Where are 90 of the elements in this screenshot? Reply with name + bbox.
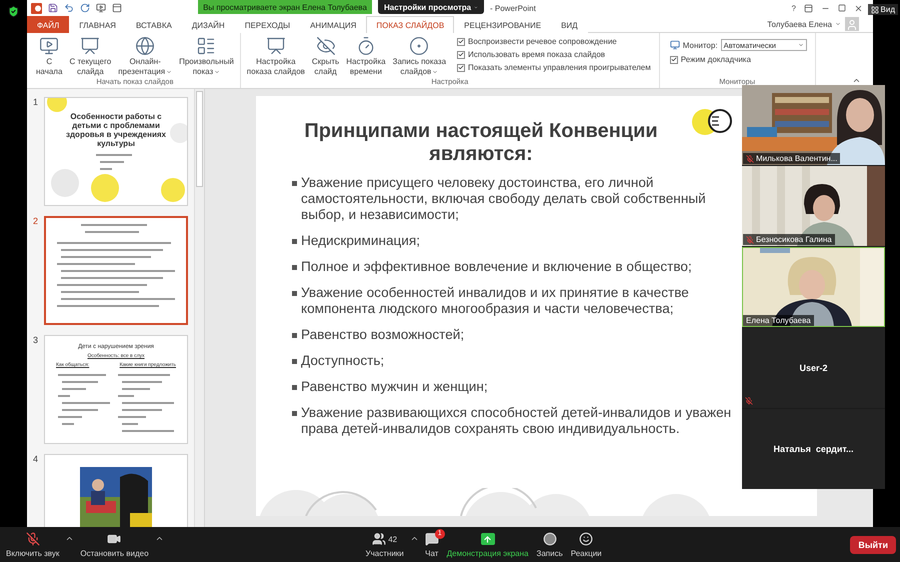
collapse-icon[interactable] <box>852 76 861 85</box>
ribbon-button[interactable]: Онлайн- презентация <box>116 35 174 77</box>
ribbon-button[interactable]: Запись показа слайдов <box>390 35 448 77</box>
muted-mic-icon <box>26 532 40 546</box>
field-label: Монитор: <box>682 40 718 50</box>
view-button[interactable]: Вид <box>868 4 898 15</box>
slide-title: Принципами настоящей Конвенции являются: <box>303 120 659 166</box>
list-icon <box>196 36 216 56</box>
slide-number: 4 <box>33 454 40 466</box>
people-icon <box>372 532 386 546</box>
participant-name: Милькова Валентин... <box>743 153 840 164</box>
monitor-icon <box>670 40 680 50</box>
record-icon <box>409 36 430 56</box>
scrollbar[interactable] <box>194 89 204 527</box>
caret-icon <box>798 42 804 48</box>
toolbar-button[interactable]: Остановить видео <box>78 532 151 558</box>
toolbar-button[interactable]: 42 Участники <box>364 532 406 558</box>
toolbar-button[interactable]: Реакции <box>568 532 604 558</box>
participant-name: Наталья сердит... <box>773 444 854 454</box>
checkbox[interactable] <box>457 50 466 58</box>
slide-number: 2 <box>33 216 40 228</box>
bullet-text: Равенство возможностей; <box>301 327 464 343</box>
checkbox-option[interactable]: Показать элементы управления проигрывателем <box>457 63 651 72</box>
checkbox[interactable] <box>457 64 466 72</box>
user-menu[interactable]: Толубаева Елена <box>767 20 841 28</box>
chat-icon <box>424 532 439 546</box>
presentation-board-icon <box>80 36 100 56</box>
participant-name: Елена Толубаева <box>743 315 814 326</box>
toolbar-button[interactable]: Демонстрация экрана <box>444 532 530 558</box>
share-screen-icon <box>480 533 495 545</box>
slide-thumbnail[interactable] <box>44 216 188 325</box>
caret-icon <box>166 68 172 74</box>
window-title: - PowerPoint <box>490 4 536 12</box>
help-button[interactable]: ? <box>792 4 796 12</box>
checkbox[interactable] <box>670 56 678 64</box>
checkbox-option[interactable]: Режим докладчика <box>670 55 807 64</box>
ribbon-button[interactable]: С начала <box>34 35 64 77</box>
toolbar-button[interactable]: Включить звук <box>4 532 62 558</box>
slide-title: Особенности работы с детьми с проблемами здоровья в учреждениях культуры <box>66 112 166 148</box>
text-lines-drawing <box>58 372 110 428</box>
redo-icon[interactable] <box>80 3 90 13</box>
bullet-text: Уважение присущего человеку достоинства, его личной самостоятельности, включая свободу делать свой собственный выбор, и независимости; <box>301 175 706 223</box>
save-icon[interactable] <box>48 3 58 13</box>
ribbon-tab[interactable]: ФАЙЛ <box>27 16 70 33</box>
participant-name: Безносикова Галина <box>743 234 835 245</box>
bullet-text: Равенство мужчин и женщин; <box>301 379 488 395</box>
record-icon <box>542 532 557 546</box>
camera-icon <box>107 532 122 546</box>
bullet-text: Полное и эффективное вовлечение и включение в общество; <box>301 259 692 275</box>
smile-icon <box>579 532 594 546</box>
bullet-text: Доступность; <box>301 353 384 369</box>
caret-button[interactable] <box>410 534 419 543</box>
slideshow-icon[interactable] <box>96 3 106 13</box>
caret-icon <box>214 68 220 74</box>
checkbox[interactable] <box>457 38 466 46</box>
toolbar-button[interactable]: Запись <box>534 532 565 558</box>
shield-icon <box>7 5 20 18</box>
slide-number: 3 <box>33 335 40 347</box>
leave-button[interactable]: Выйти <box>850 536 896 554</box>
caret-icon <box>432 68 438 74</box>
undo-icon[interactable] <box>64 3 74 13</box>
caret-button[interactable] <box>154 534 164 543</box>
slide-number: 1 <box>33 97 40 109</box>
bullet-text: Уважение особенностей инвалидов и их принятие в качестве компонента людского многообразия и части человечества; <box>301 285 689 317</box>
sharing-banner: Вы просматриваете экран Елена Толубаева <box>198 0 372 14</box>
ribbon-button[interactable]: Скрыть слайд <box>310 35 342 77</box>
caret-icon <box>835 21 841 27</box>
ribbon-button[interactable]: С текущего слайда <box>67 35 114 77</box>
ribbon-display-icon[interactable] <box>804 4 813 12</box>
view-options-button[interactable]: Настройки просмотра <box>378 0 484 14</box>
text-lines-drawing <box>118 372 174 435</box>
close-icon[interactable] <box>854 4 863 12</box>
window-icon[interactable] <box>112 3 122 13</box>
caret-button[interactable] <box>65 534 74 543</box>
checkbox-option[interactable]: Использовать время показа слайдов <box>457 50 651 59</box>
ribbon-button[interactable]: Настройка времени <box>344 35 388 77</box>
hidden-eye-icon <box>316 36 336 56</box>
play-screen-icon <box>39 36 60 56</box>
app-logo-icon <box>31 2 42 14</box>
ribbon-tab[interactable]: ПОКАЗ СЛАЙДОВ <box>366 16 454 33</box>
maximize-icon[interactable] <box>838 4 846 12</box>
checkbox-option[interactable]: Воспроизвести речевое сопровождение <box>457 37 651 46</box>
globe-icon <box>135 36 156 56</box>
slide-thumbnail[interactable]: Особенности работы с детьми с проблемами здоровья в учреждениях культуры <box>44 97 188 206</box>
bullet-text: Уважение развивающихся способностей детей-инвалидов и уважен права детей-инвалидов сохранять свою индивидуальность. <box>301 405 732 437</box>
ribbon-button[interactable]: Настройка показа слайдов <box>244 35 307 77</box>
presentation-board-icon <box>266 36 286 56</box>
ribbon-button[interactable]: Произвольный показ <box>177 35 236 77</box>
participant-name: User-2 <box>799 363 828 373</box>
bullet-text: Недискриминация; <box>301 233 420 249</box>
